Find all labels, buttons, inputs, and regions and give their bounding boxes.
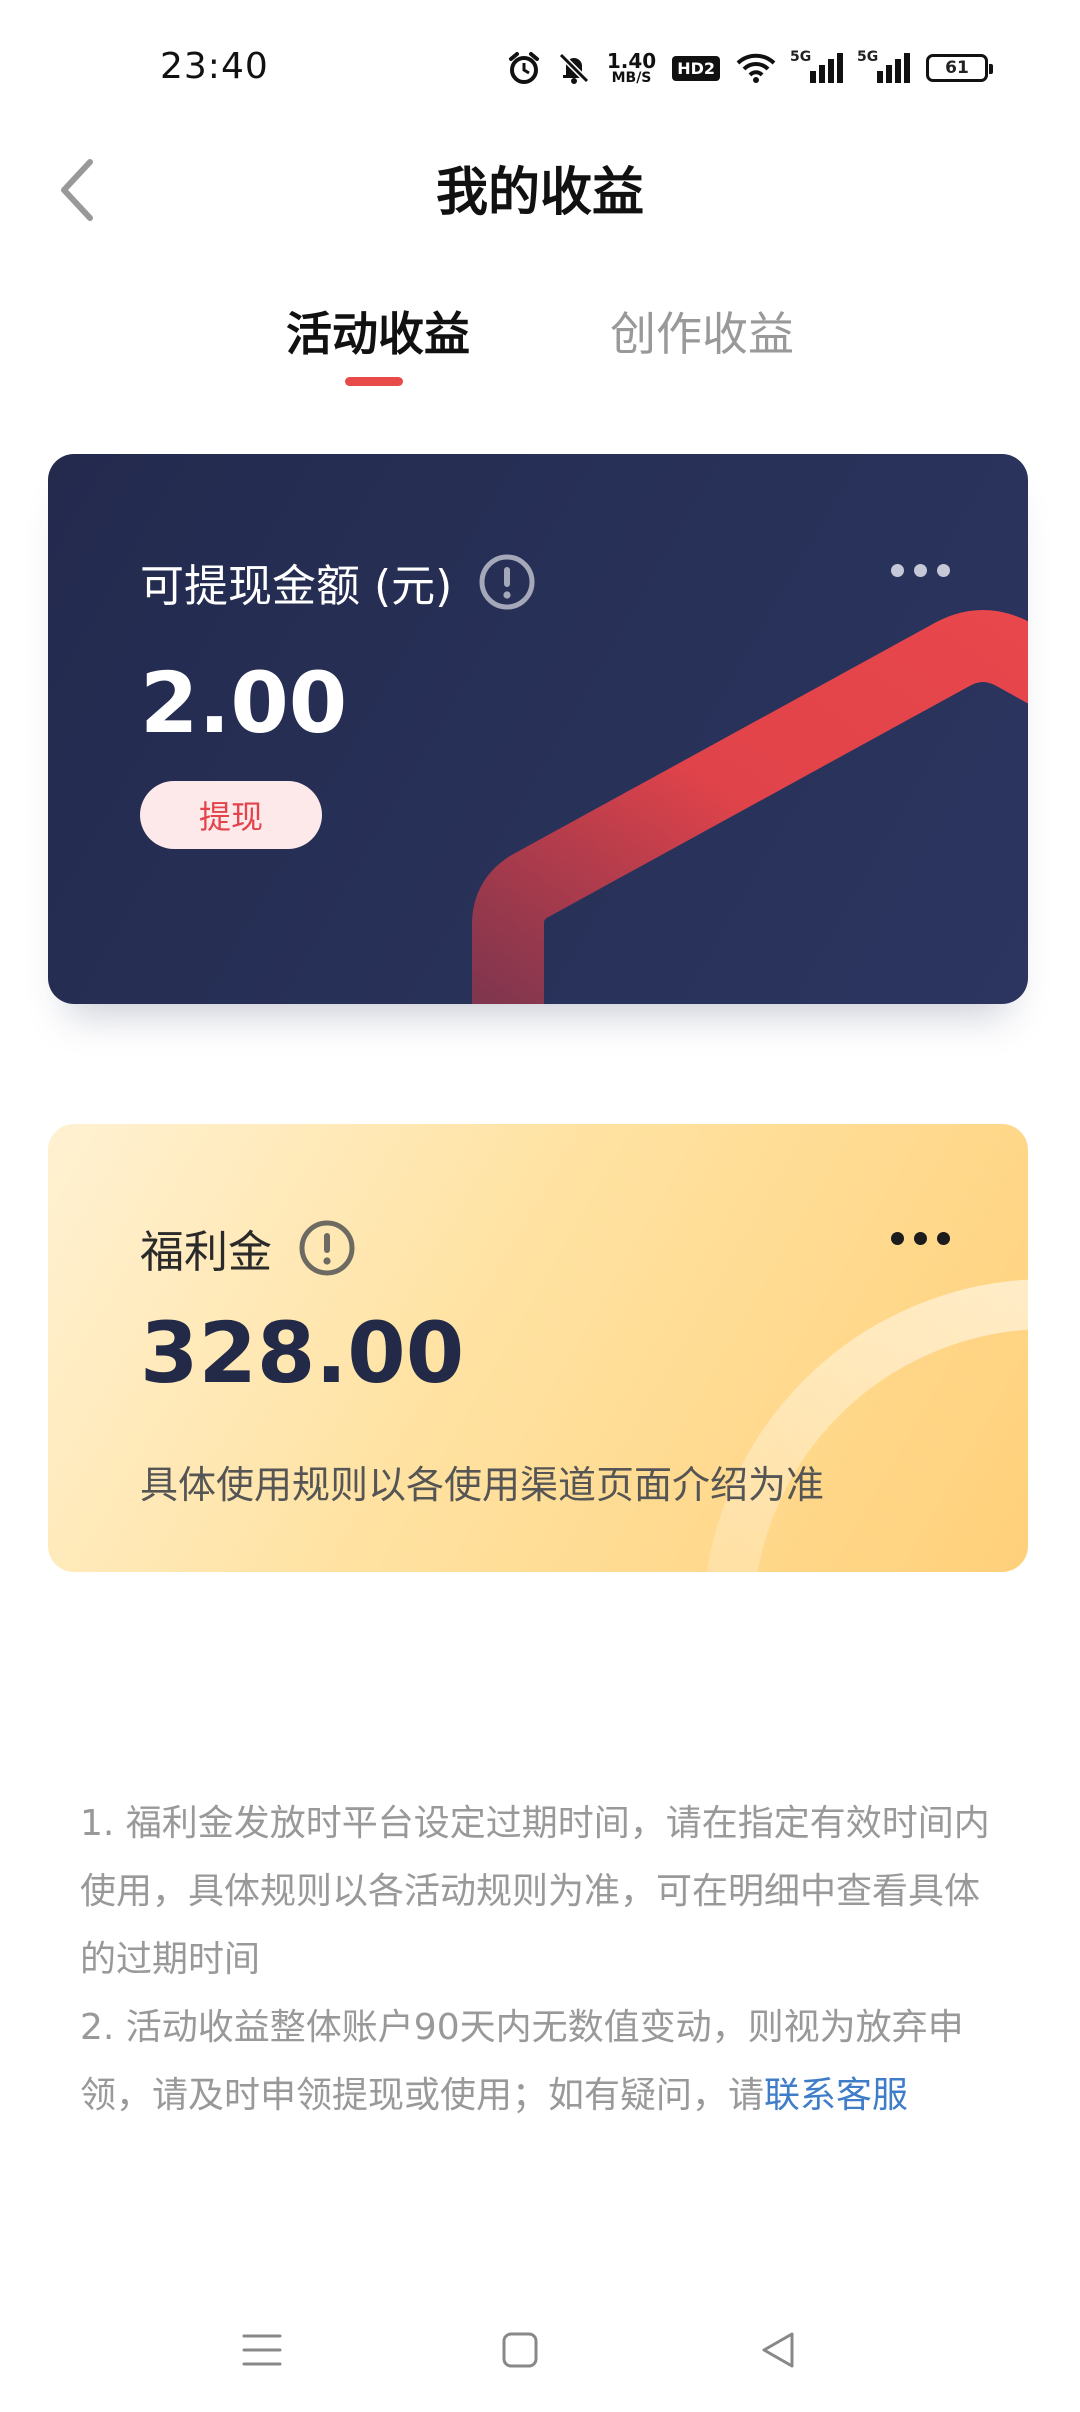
withdrawable-amount: 2.00 (140, 654, 348, 752)
mute-icon (558, 52, 589, 84)
more-dot-icon (891, 564, 904, 577)
more-dot-icon (891, 1232, 904, 1245)
signal-icon: 5G (790, 49, 843, 83)
battery-icon: 61 (926, 54, 993, 82)
withdrawable-balance-card: 可提现金额 (元) 2.00 提现 (48, 454, 1028, 1004)
home-icon[interactable] (500, 2330, 540, 2370)
more-dot-icon (937, 564, 950, 577)
welfare-amount: 328.00 (140, 1304, 465, 1402)
more-options-button[interactable] (891, 564, 950, 577)
net-speed: 1.40 MB/S (607, 51, 656, 85)
page-title: 我的收益 (435, 163, 644, 223)
welfare-fund-card: 福利金 328.00 具体使用规则以各使用渠道页面介绍为准 (48, 1124, 1028, 1572)
wifi-icon (736, 53, 776, 83)
more-dot-icon (937, 1232, 950, 1245)
status-bar: 23:40 1.40 MB/S HD2 5G 5G 61 (0, 0, 1080, 140)
tab-activity-earnings[interactable]: 活动收益 (286, 298, 470, 364)
more-options-button[interactable] (891, 1232, 950, 1245)
info-icon[interactable] (298, 1219, 356, 1277)
withdraw-button[interactable]: 提现 (140, 781, 322, 849)
rules-notes: 1. 福利金发放时平台设定过期时间，请在指定有效时间内使用，具体规则以各活动规则… (80, 1790, 1000, 2130)
signal-tag: 5G (857, 49, 879, 65)
info-icon[interactable] (478, 553, 536, 611)
net-speed-unit: MB/S (611, 70, 652, 86)
signal-icon: 5G (857, 49, 910, 83)
contact-support-link[interactable]: 联系客服 (764, 2075, 908, 2116)
system-nav-bar (0, 2300, 1080, 2412)
welfare-description: 具体使用规则以各使用渠道页面介绍为准 (140, 1463, 825, 1507)
menu-icon[interactable] (242, 2330, 282, 2370)
more-dot-icon (914, 1232, 927, 1245)
welfare-label: 福利金 (140, 1216, 356, 1280)
status-icons: 1.40 MB/S HD2 5G 5G 61 (507, 48, 993, 88)
withdrawable-label: 可提现金额 (元) (140, 550, 536, 614)
signal-tag: 5G (790, 49, 812, 65)
tab-indicator (345, 377, 403, 386)
tab-creation-earnings[interactable]: 创作收益 (610, 298, 794, 364)
status-time: 23:40 (160, 46, 269, 87)
note-2: 2. 活动收益整体账户90天内无数值变动，则视为放弃申领，请及时申领提现或使用；… (80, 1994, 1000, 2130)
alarm-icon (508, 52, 539, 84)
welfare-label-text: 福利金 (140, 1227, 272, 1278)
hd-badge: HD2 (672, 55, 720, 81)
withdrawable-label-text: 可提现金额 (元) (140, 561, 453, 612)
battery-level: 61 (945, 58, 969, 78)
note-1: 1. 福利金发放时平台设定过期时间，请在指定有效时间内使用，具体规则以各活动规则… (80, 1803, 990, 1980)
net-speed-value: 1.40 (606, 49, 657, 73)
more-dot-icon (914, 564, 927, 577)
back-triangle-icon[interactable] (758, 2330, 798, 2370)
